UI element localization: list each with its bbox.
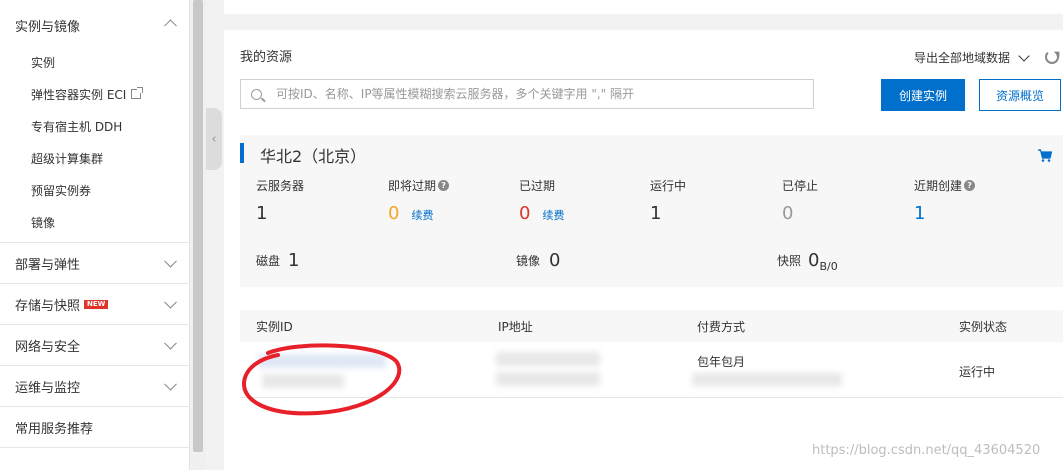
cart-icon[interactable] (1038, 149, 1052, 162)
stat-value-disk[interactable]: 1 (288, 250, 299, 271)
sidebar-item-ddh[interactable]: 专有宿主机 DDH (0, 110, 189, 142)
help-icon[interactable]: ? (438, 180, 450, 191)
stat-value-expired: 0 续费 (519, 203, 565, 224)
chevron-up-icon (164, 19, 177, 33)
resources-title: 我的资源 (240, 50, 293, 65)
instance-table-header: 实例ID IP地址 付费方式 实例状态 (240, 310, 1063, 342)
stat-label-disk: 磁盘 (256, 254, 281, 268)
sidebar-group-deploy[interactable]: 部署与弹性 (0, 243, 189, 284)
stat-value-snapshot[interactable]: 0B/0 (808, 250, 838, 273)
top-card (224, 0, 1063, 14)
stat-label-snapshot: 快照 (777, 254, 802, 268)
sidebar-sublist: 实例 弹性容器实例 ECI 专有宿主机 DDH 超级计算集群 预留实例券 镜像 (0, 46, 189, 243)
chevron-down-icon (164, 336, 177, 350)
sidebar-scrollbar[interactable] (190, 0, 206, 470)
sidebar-group-storage[interactable]: 存储与快照 NEW (0, 284, 189, 325)
redacted-expiry (692, 373, 842, 386)
stat-value-image[interactable]: 0 (549, 250, 560, 271)
stat-label-expired: 已过期 (519, 179, 556, 193)
sidebar-group-label: 运维与监控 (15, 380, 81, 396)
pay-type: 包年包月 (697, 355, 746, 369)
sidebar-group-instances[interactable]: 实例与镜像 (0, 0, 189, 46)
stat-value-stopped[interactable]: 0 (782, 203, 793, 224)
stat-value-recent[interactable]: 1 (914, 203, 925, 224)
sidebar: 实例与镜像 实例 弹性容器实例 ECI 专有宿主机 DDH 超级计算集群 预留实… (0, 0, 190, 470)
sidebar-item-eci[interactable]: 弹性容器实例 ECI (0, 78, 189, 110)
chevron-left-icon: ‹ (211, 131, 217, 147)
sidebar-item-reserved[interactable]: 预留实例券 (0, 174, 189, 206)
column-header-status: 实例状态 (959, 320, 1008, 334)
sidebar-group-label: 部署与弹性 (15, 257, 81, 273)
sidebar-item-label: 弹性容器实例 ECI (31, 87, 127, 102)
column-header-ip: IP地址 (498, 320, 533, 334)
stat-value-expiring: 0 续费 (388, 203, 434, 224)
column-header-id: 实例ID (256, 320, 293, 334)
stat-label-expiring: 即将过期? (388, 177, 450, 194)
export-all-regions-link[interactable]: 导出全部地域数据 (914, 49, 1030, 66)
redacted-ip (496, 352, 600, 366)
sidebar-group-label: 常用服务推荐 (15, 421, 94, 437)
sidebar-item-label: 专有宿主机 DDH (31, 119, 123, 134)
redacted-instance-name (262, 374, 344, 388)
snapshot-size: B/0 (819, 260, 838, 273)
column-header-pay: 付费方式 (697, 320, 746, 334)
sidebar-group-label: 实例与镜像 (15, 19, 81, 35)
chevron-down-icon (164, 295, 177, 309)
external-link-icon (131, 87, 144, 99)
sidebar-item-scc[interactable]: 超级计算集群 (0, 142, 189, 174)
status-running: 运行中 (959, 365, 996, 379)
new-badge: NEW (84, 299, 109, 309)
search-box[interactable] (240, 79, 814, 109)
renew-link[interactable]: 续费 (411, 207, 433, 223)
sidebar-item-label: 实例 (31, 55, 56, 70)
watermark: https://blog.csdn.net/qq_43604520 (812, 443, 1041, 458)
sidebar-group-network[interactable]: 网络与安全 (0, 325, 189, 366)
help-icon[interactable]: ? (964, 180, 976, 191)
refresh-icon[interactable] (1045, 50, 1059, 64)
sidebar-item-label: 超级计算集群 (31, 151, 104, 166)
stat-label-running: 运行中 (650, 179, 687, 193)
renew-link[interactable]: 续费 (542, 207, 564, 223)
resource-overview-button[interactable]: 资源概览 (979, 79, 1061, 111)
sidebar-group-recommended[interactable]: 常用服务推荐 (0, 407, 189, 448)
stat-label-recent: 近期创建? (914, 177, 976, 194)
sidebar-group-ops[interactable]: 运维与监控 (0, 366, 189, 407)
table-row[interactable]: 包年包月 运行中 (240, 342, 1063, 398)
region-panel: 华北2（北京） 云服务器 即将过期? 已过期 运行中 已停止 近期创建? 1 0… (240, 135, 1063, 287)
export-label: 导出全部地域数据 (914, 51, 1011, 65)
stat-value-running[interactable]: 1 (650, 203, 661, 224)
sidebar-item-label: 镜像 (31, 215, 56, 230)
region-accent-bar (240, 143, 244, 163)
sidebar-item-label: 预留实例券 (31, 183, 92, 198)
redacted-ip (496, 372, 600, 386)
chevron-down-icon (1018, 49, 1030, 62)
chevron-down-icon (164, 377, 177, 391)
stat-label-servers: 云服务器 (256, 179, 305, 193)
stat-value-servers[interactable]: 1 (256, 203, 267, 224)
sidebar-group-label: 网络与安全 (15, 339, 81, 355)
search-icon (251, 88, 262, 100)
resources-card: 我的资源 导出全部地域数据 创建实例 资源概览 华北2（北京） 云服务器 即将过… (224, 30, 1063, 470)
search-input[interactable] (276, 87, 806, 101)
create-instance-button[interactable]: 创建实例 (881, 79, 965, 111)
chevron-down-icon (164, 254, 177, 268)
sidebar-collapse-handle[interactable]: ‹ (206, 108, 222, 170)
redacted-instance-id[interactable] (258, 354, 386, 368)
region-name[interactable]: 华北2（北京） (260, 143, 366, 167)
stat-label-stopped: 已停止 (782, 179, 819, 193)
sidebar-item-image[interactable]: 镜像 (0, 206, 189, 238)
sidebar-group-label: 存储与快照 (15, 298, 81, 314)
sidebar-item-instance[interactable]: 实例 (0, 46, 189, 78)
stat-label-image: 镜像 (516, 254, 541, 268)
scrollbar-thumb[interactable] (193, 0, 203, 452)
